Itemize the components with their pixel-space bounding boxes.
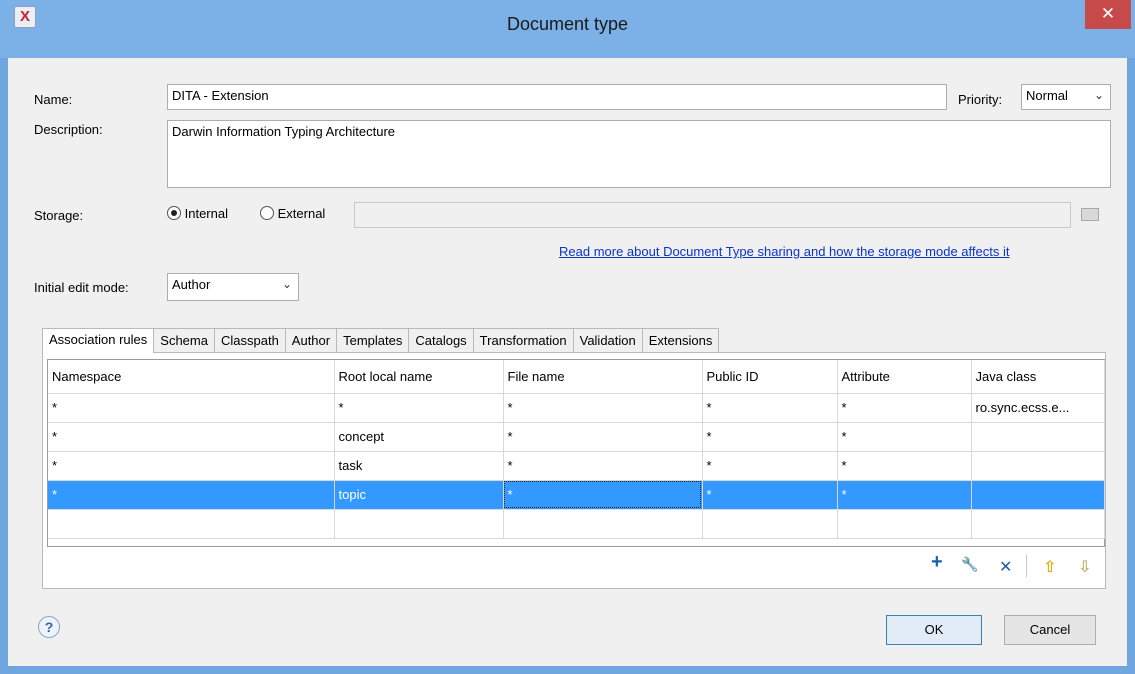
table-cell[interactable] bbox=[503, 509, 703, 539]
add-icon[interactable]: + bbox=[931, 551, 943, 574]
help-icon[interactable]: ? bbox=[38, 616, 60, 638]
name-field[interactable]: DITA - Extension bbox=[167, 84, 947, 110]
storage-info-link[interactable]: Read more about Document Type sharing an… bbox=[559, 244, 1009, 259]
table-cell[interactable]: * bbox=[702, 422, 838, 452]
table-cell[interactable]: topic bbox=[334, 480, 504, 510]
column-header[interactable]: Java class bbox=[971, 360, 1105, 394]
tab-association-rules[interactable]: Association rules bbox=[42, 328, 155, 353]
close-button[interactable]: ✕ bbox=[1085, 0, 1131, 29]
column-header[interactable]: Attribute bbox=[837, 360, 972, 394]
title-bar: X Document type ✕ bbox=[0, 0, 1135, 58]
storage-external-label: External bbox=[277, 206, 326, 221]
description-field[interactable]: Darwin Information Typing Architecture bbox=[167, 120, 1111, 188]
table-cell[interactable] bbox=[971, 480, 1105, 510]
dialog-title: Document type bbox=[506, 14, 629, 34]
priority-select[interactable]: Normal ⌄ bbox=[1021, 84, 1111, 110]
ok-button[interactable]: OK bbox=[886, 615, 982, 645]
column-header[interactable]: Namespace bbox=[48, 360, 335, 394]
table-cell[interactable]: task bbox=[334, 451, 504, 481]
table-cell[interactable]: * bbox=[48, 393, 335, 423]
table-cell[interactable]: * bbox=[334, 393, 504, 423]
folder-icon[interactable] bbox=[1081, 208, 1099, 221]
cancel-button[interactable]: Cancel bbox=[1004, 615, 1096, 645]
table-header-row: Namespace Root local name File name Publ… bbox=[48, 360, 1105, 394]
table-cell[interactable]: * bbox=[48, 480, 335, 510]
toolbar-divider bbox=[1026, 555, 1027, 577]
tab-classpath[interactable]: Classpath bbox=[213, 328, 286, 352]
name-label: Name: bbox=[34, 92, 73, 107]
table-cell[interactable]: * bbox=[48, 422, 335, 452]
table-cell[interactable]: * bbox=[503, 422, 703, 452]
chevron-down-icon: ⌄ bbox=[281, 277, 292, 291]
table-row[interactable] bbox=[48, 509, 1105, 539]
table-cell[interactable]: * bbox=[702, 393, 838, 423]
storage-label: Storage: bbox=[34, 208, 84, 223]
table-cell[interactable]: concept bbox=[334, 422, 504, 452]
storage-external-radio[interactable]: External bbox=[260, 206, 325, 221]
table-cell[interactable]: * bbox=[837, 422, 972, 452]
table-cell[interactable]: * bbox=[837, 451, 972, 481]
storage-internal-radio[interactable]: Internal bbox=[167, 206, 228, 221]
external-path-field[interactable] bbox=[354, 202, 1071, 228]
tab-bar: Association rules Schema Classpath Autho… bbox=[42, 328, 720, 353]
radio-unchecked-icon bbox=[260, 206, 274, 220]
priority-label: Priority: bbox=[958, 92, 1003, 107]
dialog-window: X Document type ✕ Name: DITA - Extension… bbox=[0, 0, 1135, 674]
tab-transformation[interactable]: Transformation bbox=[472, 328, 574, 352]
table-cell[interactable]: * bbox=[503, 393, 703, 423]
table-row[interactable]: * * * * * ro.sync.ecss.e... bbox=[48, 393, 1105, 423]
table-cell[interactable] bbox=[971, 451, 1105, 481]
table-cell[interactable]: ro.sync.ecss.e... bbox=[971, 393, 1105, 423]
tab-author[interactable]: Author bbox=[284, 328, 338, 352]
table-cell[interactable] bbox=[837, 509, 972, 539]
table-cell[interactable] bbox=[334, 509, 504, 539]
chevron-down-icon: ⌄ bbox=[1093, 88, 1104, 102]
association-rules-panel: Namespace Root local name File name Publ… bbox=[42, 352, 1106, 589]
initial-edit-mode-label: Initial edit mode: bbox=[34, 280, 129, 295]
association-rules-table: Namespace Root local name File name Publ… bbox=[47, 359, 1105, 547]
description-label: Description: bbox=[34, 122, 103, 137]
storage-internal-label: Internal bbox=[184, 206, 228, 221]
priority-value: Normal bbox=[1026, 88, 1068, 103]
move-down-icon[interactable]: ⇩ bbox=[1078, 557, 1091, 577]
move-up-icon[interactable]: ⇧ bbox=[1043, 557, 1056, 577]
table-cell[interactable] bbox=[971, 509, 1105, 539]
table-cell[interactable]: * bbox=[503, 451, 703, 481]
remove-icon[interactable]: ✕ bbox=[999, 557, 1012, 577]
initial-edit-mode-select[interactable]: Author ⌄ bbox=[167, 273, 299, 301]
table-cell[interactable] bbox=[702, 509, 838, 539]
tab-validation[interactable]: Validation bbox=[572, 328, 643, 352]
tab-templates[interactable]: Templates bbox=[336, 328, 410, 352]
tab-extensions[interactable]: Extensions bbox=[641, 328, 720, 352]
table-cell[interactable]: * bbox=[837, 480, 972, 510]
table-cell[interactable]: * bbox=[503, 480, 703, 510]
table-cell[interactable]: * bbox=[702, 480, 838, 510]
radio-checked-icon bbox=[167, 206, 181, 220]
column-header[interactable]: File name bbox=[503, 360, 703, 394]
table-row[interactable]: * concept * * * bbox=[48, 422, 1105, 452]
table-cell[interactable] bbox=[971, 422, 1105, 452]
table-cell[interactable]: * bbox=[48, 451, 335, 481]
edit-icon[interactable]: 🔧 bbox=[961, 556, 978, 573]
table-cell[interactable]: * bbox=[702, 451, 838, 481]
tab-schema[interactable]: Schema bbox=[153, 328, 215, 352]
table-row[interactable]: * task * * * bbox=[48, 451, 1105, 481]
table-row-selected[interactable]: * topic * * * bbox=[48, 480, 1105, 510]
initial-edit-mode-value: Author bbox=[172, 277, 211, 292]
table-cell[interactable]: * bbox=[837, 393, 972, 423]
column-header[interactable]: Root local name bbox=[334, 360, 504, 394]
tab-catalogs[interactable]: Catalogs bbox=[408, 328, 474, 352]
table-cell[interactable] bbox=[48, 509, 335, 539]
dialog-content: Name: DITA - Extension Priority: Normal … bbox=[8, 58, 1127, 666]
column-header[interactable]: Public ID bbox=[702, 360, 838, 394]
